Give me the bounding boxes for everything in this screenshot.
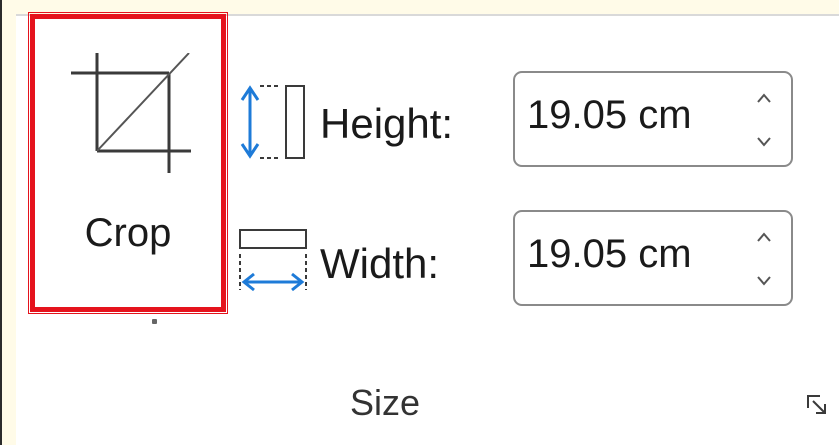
height-input[interactable]: 19.05 cm [513,71,793,167]
height-label: Height: [320,100,454,147]
width-input[interactable]: 19.05 cm [513,210,793,306]
dropdown-indicator [152,319,157,324]
height-value: 19.05 cm [527,93,692,137]
crop-button[interactable]: Crop [28,12,228,324]
window-frame: Crop Height: 19.05 cm Width: 19.05 cm Si… [0,0,839,445]
width-label: Width: [320,240,440,287]
crop-icon [71,53,191,173]
shape-height-icon [240,85,305,159]
crop-label: Crop [84,211,172,255]
size-group-label: Size [350,382,421,423]
width-decrease-button[interactable] [755,274,773,288]
height-decrease-button[interactable] [755,135,773,149]
shape-width-icon [239,229,307,292]
dialog-launcher-icon[interactable] [806,394,830,418]
width-increase-button[interactable] [755,230,773,244]
height-increase-button[interactable] [755,91,773,105]
width-value: 19.05 cm [527,232,692,276]
